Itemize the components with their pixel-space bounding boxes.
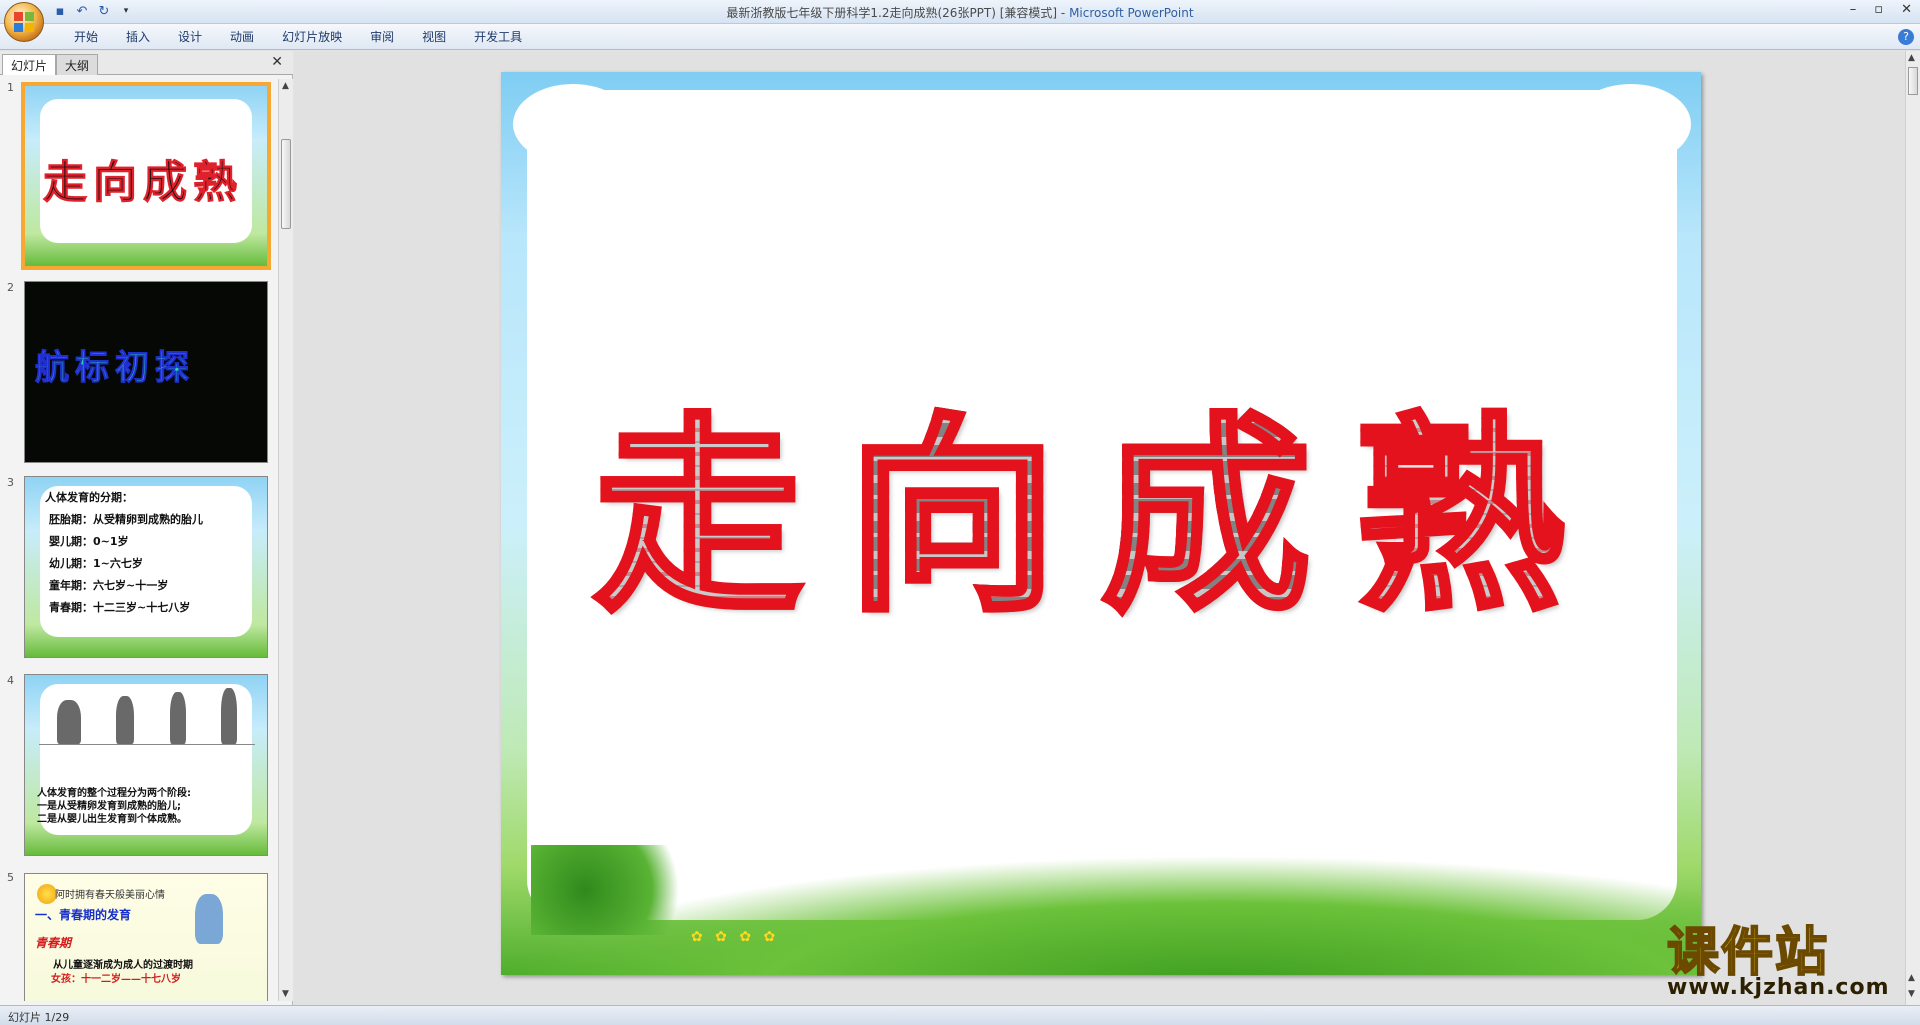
tab-slideshow[interactable]: 幻灯片放映 — [268, 29, 356, 45]
flower-decoration: ✿ ✿ ✿ ✿ — [691, 929, 780, 945]
watermark-logo: 课件站 www.kjzhan.com — [1666, 923, 1907, 1005]
slide-number: 4 — [7, 674, 14, 687]
tab-design[interactable]: 设计 — [164, 29, 216, 45]
scrollbar-thumb[interactable] — [281, 139, 291, 229]
stage-item: 胚胎期：从受精卵到成熟的胎儿 — [49, 513, 203, 526]
slide-counter: 幻灯片 1/29 — [8, 1011, 70, 1024]
title-char: 向 — [844, 347, 1101, 651]
window-controls: – ▫ ✕ — [1850, 2, 1912, 17]
thumbnail-line: 一、青春期的发育 — [35, 908, 132, 922]
thumbnail-title: 走向成熟 — [43, 157, 243, 209]
caption-line: 人体发育的整个过程分为两个阶段: — [37, 788, 191, 799]
caption-line: 二是从婴儿出生发育到个体成熟。 — [37, 814, 187, 825]
watermark-url: www.kjzhan.com — [1667, 975, 1890, 1000]
thumbnail-item[interactable]: 2 航标初探 — [0, 279, 278, 474]
thumbnail-list: 1 走向成熟 2 航标初探 3 人体发育的分期： 胚胎期：从受精卵到成熟的胎儿 … — [0, 79, 278, 1001]
thumbnail-title: 航标初探 — [35, 348, 195, 389]
slide-thumbnail[interactable]: 人体发育的分期： 胚胎期：从受精卵到成熟的胎儿 婴儿期：0~1岁 幼儿期：1~六… — [24, 476, 268, 658]
main-scrollbar[interactable]: ▲ ▲ ▼ — [1905, 51, 1920, 1005]
window-title: 最新浙教版七年级下册科学1.2走向成熟(26张PPT) [兼容模式] - Mic… — [0, 4, 1920, 21]
thumbnail-item[interactable]: 4 人体发育的整个过程分为两个阶段: 一是从受精卵发育到成熟的胎儿; 二是从婴儿… — [0, 672, 278, 870]
thumbnail-item[interactable]: 3 人体发育的分期： 胚胎期：从受精卵到成熟的胎儿 婴儿期：0~1岁 幼儿期：1… — [0, 474, 278, 672]
slide-thumbnail[interactable]: 阿时拥有春天般美丽心情 一、青春期的发育 青春期 从儿童逐渐成为成人的过渡时期 … — [24, 873, 268, 1001]
tab-home[interactable]: 开始 — [60, 29, 112, 45]
ribbon: 开始 插入 设计 动画 幻灯片放映 审阅 视图 开发工具 ? — [0, 24, 1920, 50]
minimize-button[interactable]: – — [1850, 2, 1857, 17]
title-char: 成 — [1098, 347, 1355, 651]
tab-slides[interactable]: 幻灯片 — [2, 54, 57, 75]
ribbon-tabs: 开始 插入 设计 动画 幻灯片放映 审阅 视图 开发工具 — [60, 29, 536, 45]
tab-outline[interactable]: 大纲 — [56, 54, 99, 75]
caption-line: 一是从受精卵发育到成熟的胎儿; — [37, 801, 181, 812]
title-char: 走 — [590, 347, 847, 651]
current-slide[interactable]: ✿ ✿ ✿ ✿ 走向成熟 — [501, 72, 1701, 975]
previous-slide-icon[interactable]: ▲ — [1908, 973, 1915, 983]
tab-developer[interactable]: 开发工具 — [460, 29, 536, 45]
stage-item: 幼儿期：1~六七岁 — [49, 557, 143, 570]
panel-close-icon[interactable]: ✕ — [271, 54, 283, 70]
thumbnail-caption: 人体发育的整个过程分为两个阶段: 一是从受精卵发育到成熟的胎儿; 二是从婴儿出生… — [37, 787, 191, 826]
slide-thumbnail[interactable]: 人体发育的整个过程分为两个阶段: 一是从受精卵发育到成熟的胎儿; 二是从婴儿出生… — [24, 674, 268, 856]
tab-animations[interactable]: 动画 — [216, 29, 268, 45]
title-separator: - — [1057, 6, 1070, 20]
thumbnail-line: 从儿童逐渐成为成人的过渡时期 — [53, 960, 193, 971]
office-button[interactable] — [4, 2, 44, 42]
thumbnail-line: 青春期 — [35, 936, 72, 950]
thumbnail-line: 阿时拥有春天般美丽心情 — [55, 890, 165, 901]
thumbnail-text: 人体发育的分期： 胚胎期：从受精卵到成熟的胎儿 婴儿期：0~1岁 幼儿期：1~六… — [45, 487, 203, 619]
watermark-name: 课件站 — [1666, 923, 1830, 983]
slide-title[interactable]: 走向成熟 — [501, 347, 1701, 651]
next-slide-icon[interactable]: ▼ — [1908, 989, 1915, 999]
thumbnail-line: 女孩：十一二岁——十七八岁 — [51, 974, 181, 985]
status-bar: 幻灯片 1/29 — [0, 1005, 1920, 1025]
slides-panel: 幻灯片 大纲 ✕ 1 走向成熟 2 航标初探 3 人体发育的分期： 胚胎期：从受… — [0, 51, 293, 1005]
slide-number: 2 — [7, 281, 14, 294]
sun-icon — [37, 884, 57, 904]
slide-number: 1 — [7, 81, 14, 94]
slide-number: 3 — [7, 476, 14, 489]
vase-icon — [195, 894, 223, 944]
thumbnail-heading: 人体发育的分期： — [45, 491, 133, 504]
scroll-up-icon[interactable]: ▲ — [1908, 53, 1915, 63]
slide-thumbnail[interactable]: 航标初探 — [24, 281, 268, 463]
help-icon[interactable]: ? — [1898, 29, 1914, 45]
stage-item: 婴儿期：0~1岁 — [49, 535, 129, 548]
bush-decoration — [531, 845, 711, 935]
scrollbar-thumb[interactable] — [1908, 67, 1918, 95]
scroll-up-icon[interactable]: ▲ — [282, 81, 289, 91]
panel-tabs: 幻灯片 大纲 ✕ — [0, 51, 293, 75]
tab-review[interactable]: 审阅 — [356, 29, 408, 45]
close-button[interactable]: ✕ — [1901, 2, 1912, 17]
slide-thumbnail-selected[interactable]: 走向成熟 — [21, 82, 271, 270]
slide-number: 5 — [7, 871, 14, 884]
tab-insert[interactable]: 插入 — [112, 29, 164, 45]
stage-item: 青春期：十二三岁~十七八岁 — [49, 601, 191, 614]
maximize-button[interactable]: ▫ — [1874, 2, 1883, 17]
title-char: 熟 — [1353, 347, 1609, 651]
tab-view[interactable]: 视图 — [408, 29, 460, 45]
thumbnail-scrollbar[interactable]: ▲ ▼ — [278, 79, 293, 1001]
document-title: 最新浙教版七年级下册科学1.2走向成熟(26张PPT) [兼容模式] — [726, 6, 1058, 20]
app-name: Microsoft PowerPoint — [1069, 6, 1194, 20]
body-growth-figure — [39, 685, 255, 745]
title-bar: ▪ ↶ ↻ ▾ 最新浙教版七年级下册科学1.2走向成熟(26张PPT) [兼容模… — [0, 0, 1920, 42]
thumbnail-item[interactable]: 5 阿时拥有春天般美丽心情 一、青春期的发育 青春期 从儿童逐渐成为成人的过渡时… — [0, 869, 278, 1001]
office-logo-icon — [14, 12, 34, 32]
scroll-down-icon[interactable]: ▼ — [282, 989, 289, 999]
stage-item: 童年期：六七岁~十一岁 — [49, 579, 169, 592]
thumbnail-item[interactable]: 1 走向成熟 — [0, 79, 278, 274]
